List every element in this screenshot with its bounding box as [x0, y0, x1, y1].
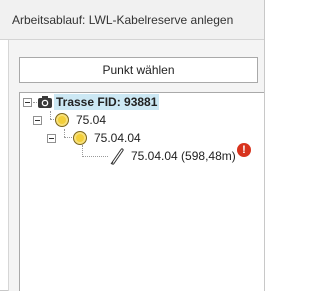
- tree-node-label: Trasse FID: 93881: [54, 94, 160, 110]
- camera-icon: [38, 96, 52, 108]
- select-point-button[interactable]: Punkt wählen: [19, 57, 258, 83]
- tree-node-label: 75.04.04: [94, 131, 141, 145]
- collapse-toggle[interactable]: [33, 116, 42, 125]
- tree-node[interactable]: 75.04: [20, 112, 180, 130]
- collapse-toggle[interactable]: [23, 98, 32, 107]
- window-header: Arbeitsablauf: LWL-Kabelreserve anlegen: [0, 0, 264, 40]
- tree-node-label: 75.04: [76, 113, 107, 127]
- content-panel: Punkt wählen Trasse FID: 93881 75.04 75.…: [8, 40, 264, 291]
- workflow-window: Arbeitsablauf: LWL-Kabelreserve anlegen …: [0, 0, 265, 291]
- tree-view[interactable]: Trasse FID: 93881 75.04 75.04.04 75.04.0…: [19, 92, 264, 291]
- tree-node-root[interactable]: Trasse FID: 93881: [20, 94, 220, 112]
- tree-node[interactable]: 75.04.04 (598,48m): [20, 148, 260, 166]
- cable-icon: [110, 148, 124, 165]
- coin-icon: [73, 131, 87, 145]
- tree-node-label: 75.04.04 (598,48m): [131, 149, 236, 163]
- coin-icon: [55, 113, 69, 127]
- window-title: Arbeitsablauf: LWL-Kabelreserve anlegen: [12, 13, 234, 27]
- tree-node[interactable]: 75.04.04: [20, 130, 200, 148]
- error-icon[interactable]: !: [237, 143, 251, 157]
- collapse-toggle[interactable]: [47, 134, 56, 143]
